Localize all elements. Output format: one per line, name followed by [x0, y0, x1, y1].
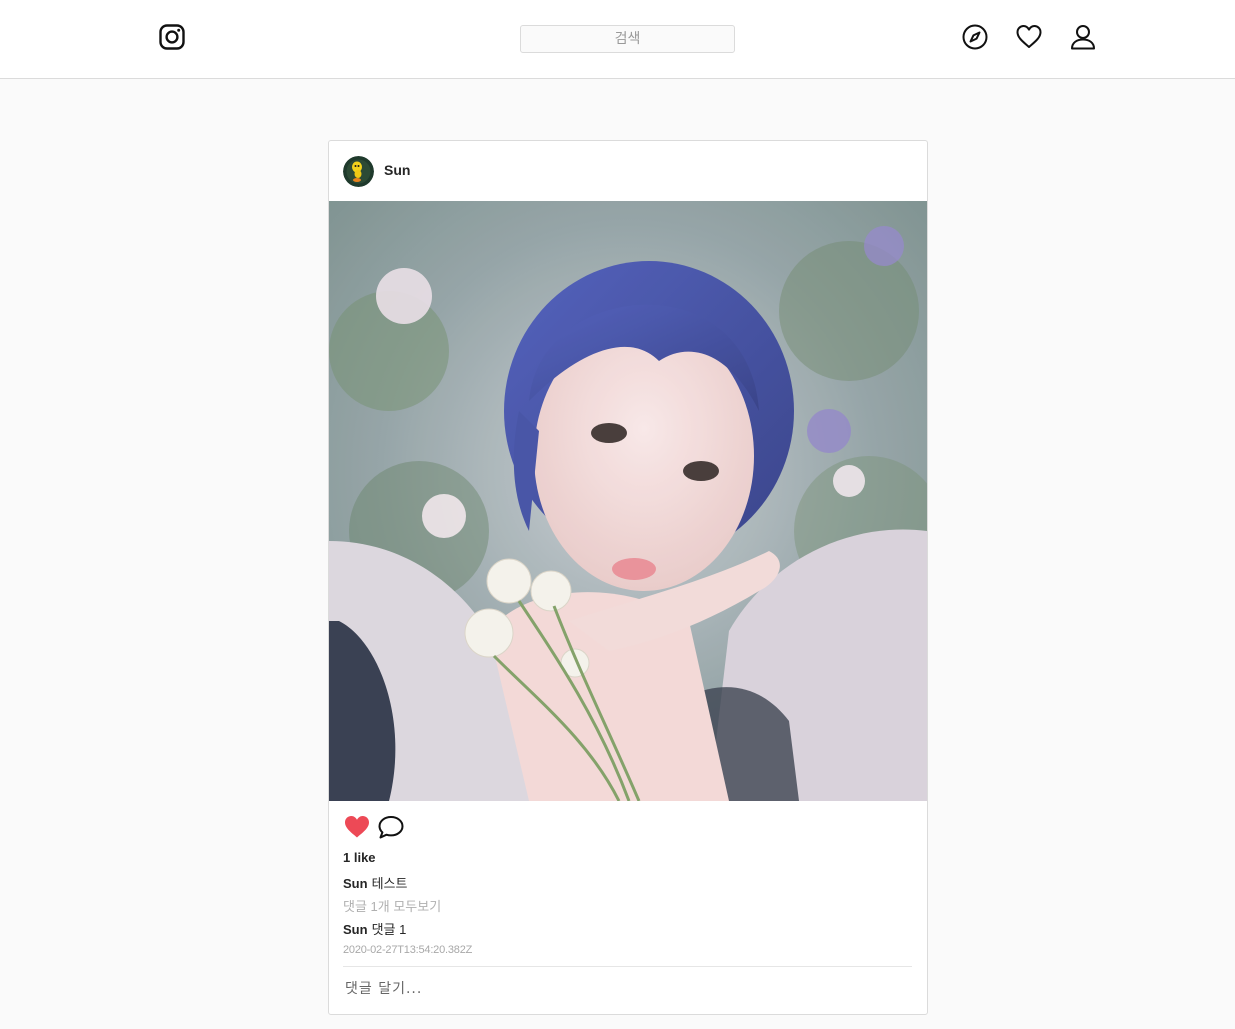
- like-count[interactable]: 1 like: [343, 850, 376, 865]
- caption-username[interactable]: Sun: [343, 876, 368, 891]
- heart-filled-icon[interactable]: [343, 813, 371, 841]
- instagram-icon[interactable]: [159, 24, 185, 50]
- post-card: Sun 1 like Sun 테스트 댓글 1개 모두보기 Sun 댓글 1 2…: [328, 140, 928, 1015]
- add-comment-input[interactable]: [343, 971, 912, 1007]
- caption-text: 테스트: [371, 876, 408, 891]
- view-all-comments-link[interactable]: 댓글 1개 모두보기: [343, 896, 441, 915]
- post-username[interactable]: Sun: [384, 162, 410, 178]
- heart-outline-icon[interactable]: [1015, 23, 1043, 51]
- post-header: Sun: [329, 141, 927, 201]
- divider: [343, 966, 912, 967]
- top-navbar: [0, 0, 1235, 79]
- search-input[interactable]: [520, 25, 735, 53]
- avatar-icon: [343, 156, 374, 187]
- post-caption: Sun 테스트: [343, 873, 407, 892]
- post-image[interactable]: [329, 201, 927, 801]
- user-icon[interactable]: [1069, 23, 1097, 51]
- comment-item: Sun 댓글 1: [343, 919, 406, 938]
- comment-username[interactable]: Sun: [343, 922, 368, 937]
- compass-icon[interactable]: [961, 23, 989, 51]
- comment-text: 댓글 1: [371, 922, 407, 937]
- post-timestamp: 2020-02-27T13:54:20.382Z: [343, 944, 473, 956]
- comment-icon[interactable]: [377, 813, 405, 841]
- avatar[interactable]: [343, 156, 374, 187]
